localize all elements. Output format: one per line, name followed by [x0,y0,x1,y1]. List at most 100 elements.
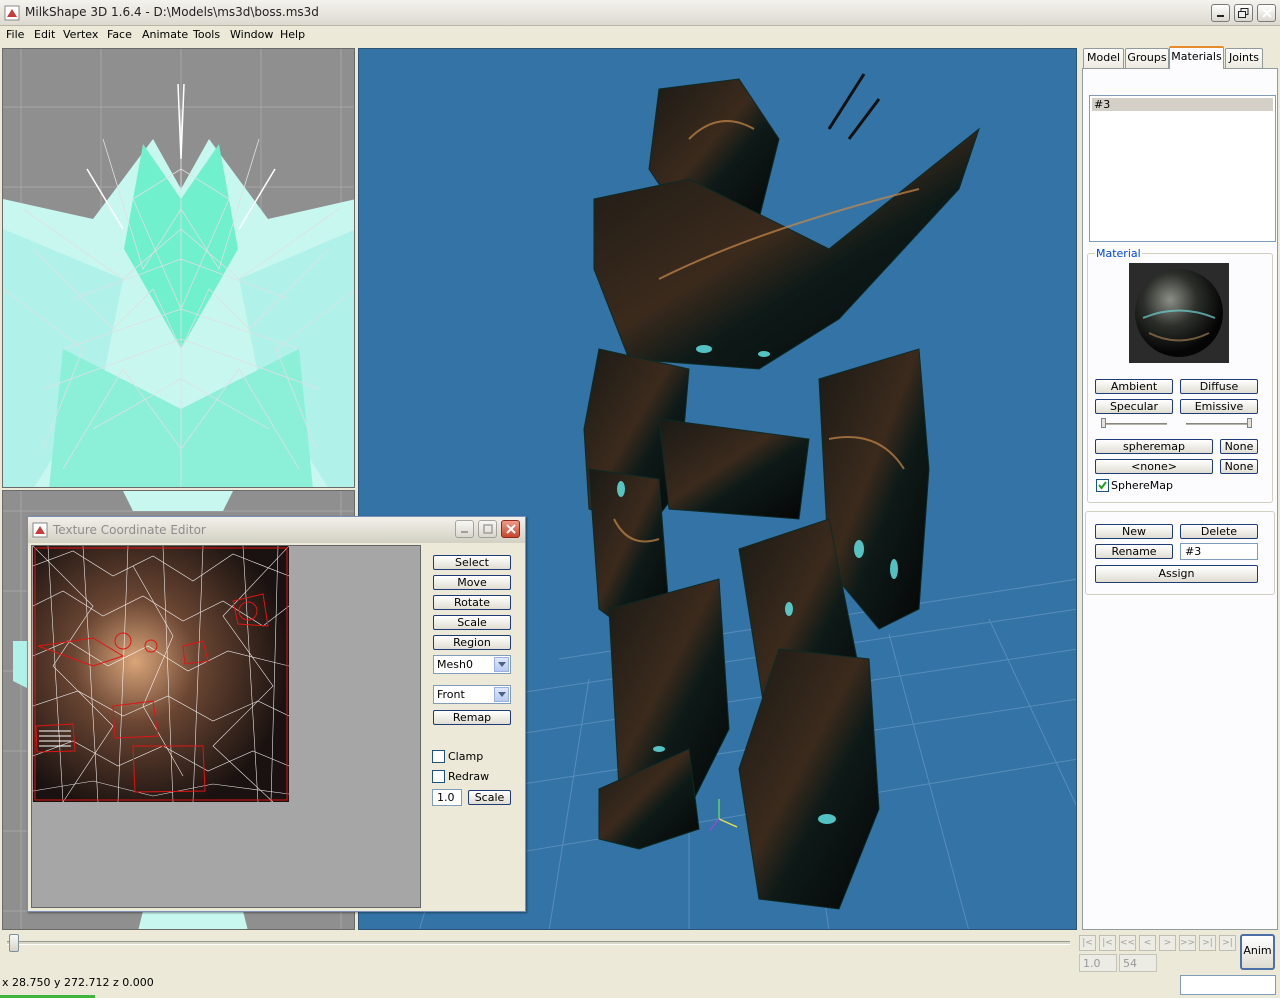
material-name-field[interactable]: #3 [1180,543,1258,560]
rotate-button[interactable]: Rotate [433,595,511,610]
alphamap-button[interactable]: <none> [1095,459,1213,474]
scale-button[interactable]: Scale [433,615,511,630]
status-field [1180,975,1276,995]
menu-help[interactable]: Help [280,28,305,41]
milkshape-app-icon [32,522,48,538]
menu-vertex[interactable]: Vertex [63,28,98,41]
move-button[interactable]: Move [433,575,511,590]
tab-model[interactable]: Model [1083,48,1124,68]
tab-groups[interactable]: Groups [1125,48,1169,68]
clamp-label: Clamp [448,750,484,763]
assign-material-button[interactable]: Assign [1095,565,1258,583]
materials-tab-body: #3 Material Ambient Diffuse Specular Emi… [1082,68,1278,930]
shininess-slider[interactable] [1101,423,1167,425]
menu-window[interactable]: Window [230,28,273,41]
close-icon [505,524,516,534]
first-frame-icon: |< [1082,938,1093,948]
menu-file[interactable]: File [6,28,24,41]
menu-edit[interactable]: Edit [34,28,55,41]
next-key-button[interactable]: >| [1199,935,1216,951]
next-frame-icon: > [1163,938,1172,948]
texture-button[interactable]: spheremap [1095,439,1213,454]
transparency-slider[interactable] [1186,423,1252,425]
menu-animate[interactable]: Animate [142,28,188,41]
alphamap-none-button[interactable]: None [1220,459,1258,474]
material-list-item[interactable]: #3 [1092,98,1273,111]
scale-apply-button[interactable]: Scale [468,790,511,805]
material-list[interactable]: #3 [1089,95,1276,242]
texture-editor-maximize-button[interactable] [478,520,497,538]
next-key-icon: >| [1202,938,1213,948]
rename-material-button[interactable]: Rename [1095,544,1173,559]
status-bar: x 28.750 y 272.712 z 0.000 [0,974,1280,998]
texture-editor-title: Texture Coordinate Editor [53,523,206,537]
tab-materials[interactable]: Materials [1169,46,1224,69]
restore-icon [1238,7,1249,18]
diffuse-button[interactable]: Diffuse [1180,379,1258,394]
front-wireframe [3,49,354,487]
rewind-icon: << [1120,938,1136,948]
texture-editor-close-button[interactable] [501,520,520,538]
prev-key-icon: |< [1102,938,1113,948]
timeline-slider[interactable] [7,941,1070,945]
uv-texture-image [33,546,289,802]
checkmark-icon [1098,481,1107,490]
maximize-icon [482,524,493,534]
delete-material-button[interactable]: Delete [1180,524,1258,539]
remap-button[interactable]: Remap [433,710,511,725]
restore-button[interactable] [1234,4,1253,22]
last-frame-icon: >| [1222,938,1233,948]
specular-button[interactable]: Specular [1095,399,1173,414]
material-group-label: Material [1095,247,1142,260]
chevron-down-icon[interactable] [494,687,509,702]
prev-key-button[interactable]: |< [1099,935,1116,951]
milkshape-app-icon [4,5,20,21]
anim-button[interactable]: Anim [1240,934,1275,970]
texture-editor-minimize-button[interactable] [455,520,474,538]
status-coordinates: x 28.750 y 272.712 z 0.000 [2,976,154,989]
ambient-button[interactable]: Ambient [1095,379,1173,394]
spheremap-label: SphereMap [1111,479,1173,492]
current-frame-field[interactable]: 1.0 [1079,954,1117,972]
prev-frame-icon: < [1143,938,1152,948]
spheremap-checkbox[interactable] [1096,479,1109,492]
menu-tools[interactable]: Tools [193,28,220,41]
window-title: MilkShape 3D 1.6.4 - D:\Models\ms3d\boss… [25,5,319,19]
scale-value-field[interactable]: 1.0 [432,789,462,806]
texture-editor-title-bar[interactable]: Texture Coordinate Editor [28,517,525,543]
total-frames-field[interactable]: 54 [1119,954,1157,972]
minimize-icon [460,531,468,533]
region-button[interactable]: Region [433,635,511,650]
view-select[interactable]: Front [433,685,511,704]
texture-coordinate-editor[interactable]: Texture Coordinate Editor Select Move Ro… [27,516,526,912]
mesh-select[interactable]: Mesh0 [433,655,511,674]
shininess-slider-thumb[interactable] [1101,418,1106,428]
menu-face[interactable]: Face [107,28,132,41]
sphere-preview [1129,263,1229,363]
texture-none-button[interactable]: None [1220,439,1258,454]
viewport-front[interactable] [2,48,355,488]
close-button[interactable] [1257,4,1276,22]
emissive-button[interactable]: Emissive [1180,399,1258,414]
last-frame-button[interactable]: >| [1219,935,1236,951]
new-material-button[interactable]: New [1095,524,1173,539]
mesh-select-value: Mesh0 [437,658,473,671]
menu-bar: File Edit Vertex Face Animate Tools Wind… [0,26,1280,45]
next-frame-button[interactable]: > [1159,935,1176,951]
prev-frame-button[interactable]: < [1139,935,1156,951]
right-panel: Model Groups Materials Joints #3 Materia… [1080,46,1280,930]
rewind-button[interactable]: << [1119,935,1136,951]
minimize-button[interactable] [1211,4,1230,22]
view-select-value: Front [437,688,465,701]
first-frame-button[interactable]: |< [1079,935,1096,951]
transparency-slider-thumb[interactable] [1247,418,1252,428]
fast-forward-button[interactable]: >> [1179,935,1196,951]
clamp-checkbox[interactable] [432,750,445,763]
uv-canvas[interactable] [31,545,421,908]
minimize-icon [1216,15,1224,17]
chevron-down-icon[interactable] [494,657,509,672]
tab-joints[interactable]: Joints [1225,48,1263,68]
select-button[interactable]: Select [433,555,511,570]
timeline-slider-thumb[interactable] [9,934,19,952]
redraw-checkbox[interactable] [432,770,445,783]
